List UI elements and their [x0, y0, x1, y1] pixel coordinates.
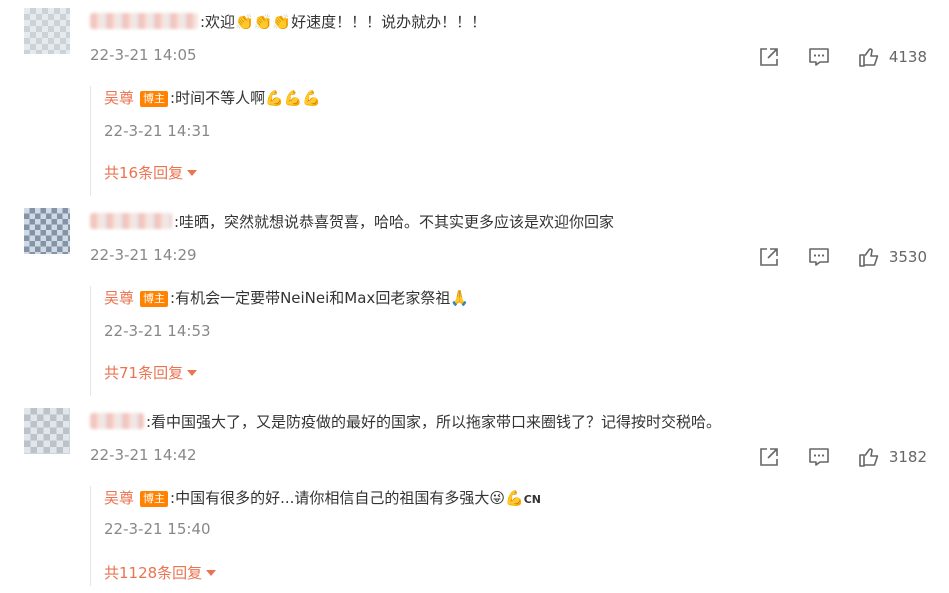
comment-icon[interactable] — [807, 245, 831, 269]
comment-time: 22-3-21 14:42 — [90, 446, 197, 464]
reply-text: :中国有很多的好...请你相信自己的祖国有多强大😜💪 — [170, 489, 524, 507]
thumbs-up-icon[interactable] — [857, 45, 881, 69]
blurred-username[interactable] — [90, 13, 198, 29]
reply-author[interactable]: 吴尊 — [104, 289, 134, 307]
more-replies-label: 共1128条回复 — [104, 564, 203, 582]
avatar[interactable] — [24, 8, 70, 54]
more-replies-link[interactable]: 共16条回复 — [104, 162, 198, 183]
share-icon[interactable] — [757, 245, 781, 269]
reply-line: 吴尊 博主:时间不等人啊💪💪💪 — [104, 88, 321, 108]
comment-time: 22-3-21 14:29 — [90, 246, 197, 264]
author-badge: 博主 — [140, 491, 169, 507]
like-count: 3182 — [888, 448, 927, 466]
reply-time: 22-3-21 14:53 — [104, 322, 211, 340]
cn-label: CN — [523, 493, 541, 506]
comment-icon[interactable] — [807, 45, 831, 69]
avatar[interactable] — [24, 208, 70, 254]
thumbs-up-icon[interactable] — [857, 245, 881, 269]
caret-down-icon — [187, 370, 198, 376]
reply-author[interactable]: 吴尊 — [104, 89, 134, 107]
reply-line: 吴尊 博主:中国有很多的好...请你相信自己的祖国有多强大😜💪CN — [104, 488, 541, 510]
thumbs-up-icon[interactable] — [857, 445, 881, 469]
comment-text-line: :欢迎👏👏👏好速度！！！说办就办！！！ — [90, 12, 486, 32]
caret-down-icon — [187, 170, 198, 176]
reply-line: 吴尊 博主:有机会一定要带NeiNei和Max回老家祭祖🙏 — [104, 288, 469, 308]
blurred-username[interactable] — [90, 213, 172, 229]
comment-text: :看中国强大了，又是防疫做的最好的国家，所以拖家带口来圈钱了？记得按时交税哈。 — [146, 413, 722, 431]
like-count: 4138 — [888, 48, 927, 66]
comment-text: :欢迎👏👏👏好速度！！！说办就办！！！ — [200, 13, 487, 31]
comment-actions: 4138 — [757, 45, 927, 69]
comment-actions: 3530 — [757, 245, 927, 269]
avatar[interactable] — [24, 408, 70, 454]
comment-text-line: :哇晒，突然就想说恭喜贺喜，哈哈。不其实更多应该是欢迎你回家 — [90, 212, 614, 232]
share-icon[interactable] — [757, 445, 781, 469]
reply-time: 22-3-21 15:40 — [104, 520, 211, 538]
more-replies-link[interactable]: 共71条回复 — [104, 362, 198, 383]
caret-down-icon — [206, 570, 217, 576]
reply-text: :时间不等人啊💪💪💪 — [170, 89, 322, 107]
more-replies-label: 共71条回复 — [104, 364, 184, 382]
comment-actions: 3182 — [757, 445, 927, 469]
blurred-username[interactable] — [90, 413, 144, 429]
reply-divider — [90, 86, 91, 196]
author-badge: 博主 — [140, 91, 169, 107]
like-count: 3530 — [888, 248, 927, 266]
reply-author[interactable]: 吴尊 — [104, 489, 134, 507]
reply-divider — [90, 286, 91, 396]
comment-icon[interactable] — [807, 445, 831, 469]
reply-text: :有机会一定要带NeiNei和Max回老家祭祖🙏 — [170, 289, 469, 307]
comment-time: 22-3-21 14:05 — [90, 46, 197, 64]
more-replies-label: 共16条回复 — [104, 164, 184, 182]
comment-text: :哇晒，突然就想说恭喜贺喜，哈哈。不其实更多应该是欢迎你回家 — [174, 213, 615, 231]
author-badge: 博主 — [140, 291, 169, 307]
more-replies-link[interactable]: 共1128条回复 — [104, 562, 217, 583]
reply-time: 22-3-21 14:31 — [104, 122, 211, 140]
reply-divider — [90, 486, 91, 586]
share-icon[interactable] — [757, 45, 781, 69]
comment-text-line: :看中国强大了，又是防疫做的最好的国家，所以拖家带口来圈钱了？记得按时交税哈。 — [90, 412, 721, 432]
